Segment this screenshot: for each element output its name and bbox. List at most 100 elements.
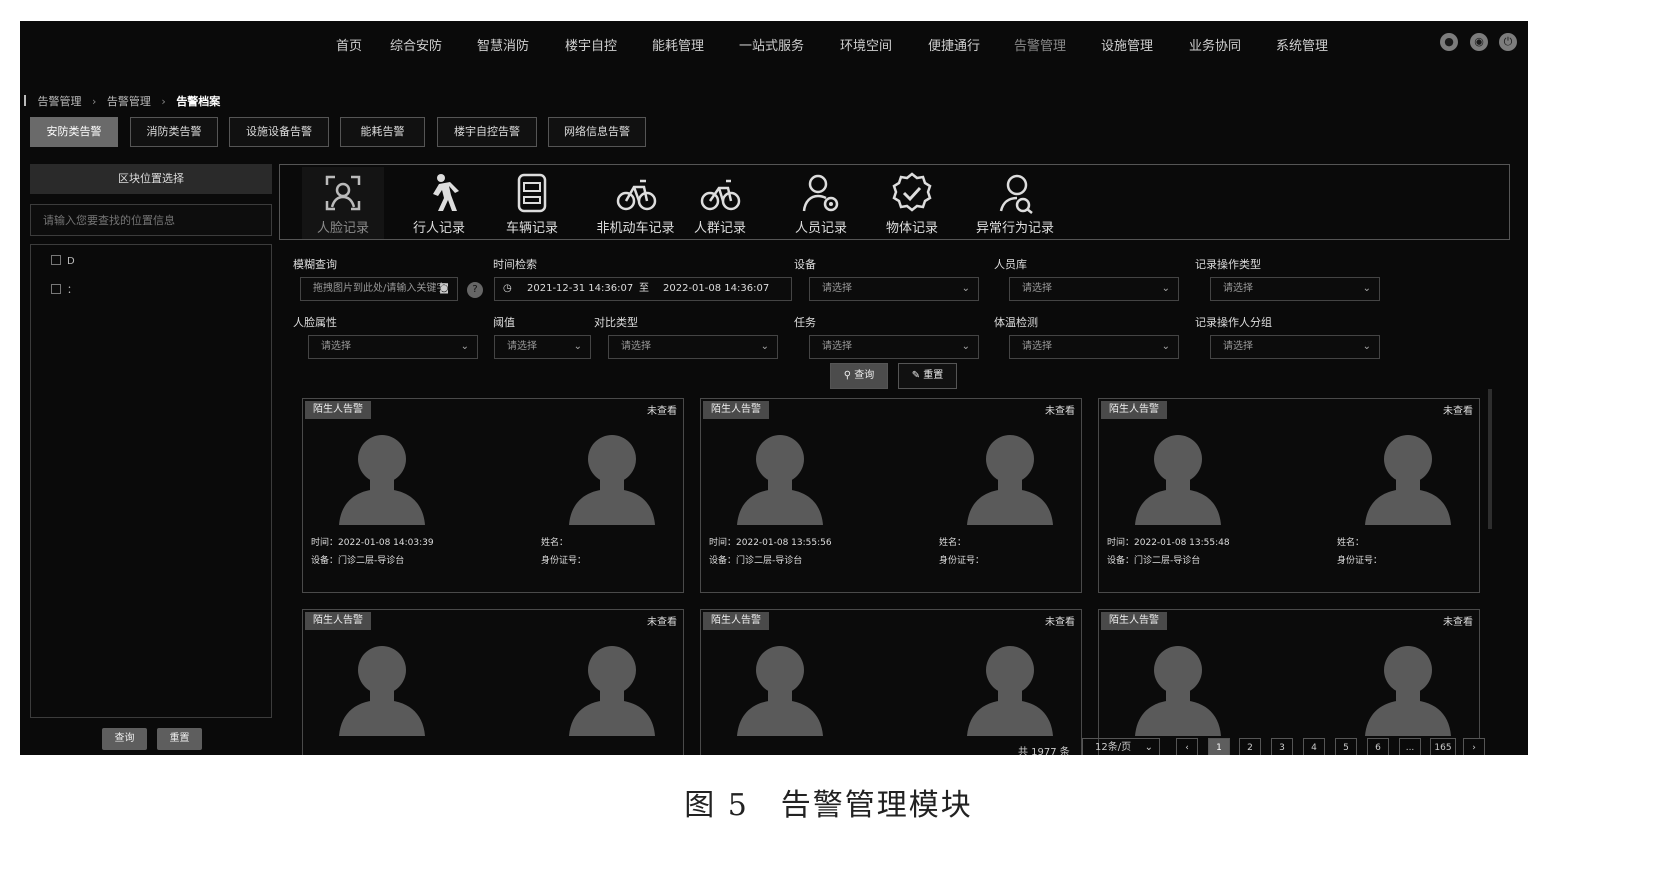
page-size-select[interactable]: 12条/页 ⌄ xyxy=(1082,738,1160,755)
category-tab[interactable]: 楼宇自控告警 xyxy=(437,117,537,147)
chevron-down-icon: ⌄ xyxy=(1161,283,1170,294)
record-tab[interactable]: 人员记录 xyxy=(778,167,864,239)
face-attr-label: 人脸属性 xyxy=(293,316,337,329)
record-tab-label: 非机动车记录 xyxy=(596,221,675,236)
category-tab[interactable]: 设施设备告警 xyxy=(229,117,329,147)
page-button[interactable]: 4 xyxy=(1303,738,1325,755)
checkbox[interactable] xyxy=(51,284,61,294)
person-name: 姓名： xyxy=(939,538,967,548)
alarm-type-tag: 陌生人告警 xyxy=(305,612,371,630)
alarm-card[interactable]: 陌生人告警 未查看 时间：2022-01-08 13:55:56 设备：门诊二层-导诊… xyxy=(700,398,1082,593)
view-status: 未查看 xyxy=(1443,617,1473,628)
alarm-card[interactable]: 陌生人告警 未查看 时间：2022-01-08 14:03:39 设备：门诊二层-导诊… xyxy=(302,398,684,593)
nav-item[interactable]: 便捷通行 xyxy=(928,35,980,54)
chevron-down-icon: ⌄ xyxy=(1362,283,1371,294)
alarm-type-tag: 陌生人告警 xyxy=(305,401,371,419)
op-group-select[interactable]: 请选择 ⌄ xyxy=(1210,335,1380,359)
threshold-label: 阈值 xyxy=(493,316,515,329)
alarm-card[interactable]: 陌生人告警 未查看 时间：2022-01-08 13:55:48 设备：门诊二层-导诊… xyxy=(1098,398,1480,593)
page-button[interactable]: ... xyxy=(1399,738,1421,755)
record-tab-label: 人脸记录 xyxy=(316,221,369,236)
task-select[interactable]: 请选择 ⌄ xyxy=(809,335,979,359)
alarm-card[interactable]: 陌生人告警 未查看 xyxy=(700,609,1082,755)
chevron-down-icon: ⌄ xyxy=(573,341,582,352)
op-group-label: 记录操作人分组 xyxy=(1195,316,1272,329)
device-select[interactable]: 请选择 ⌄ xyxy=(809,277,979,301)
nav-item[interactable]: 业务协同 xyxy=(1189,35,1241,54)
car-icon xyxy=(517,173,547,213)
category-tab[interactable]: 安防类告警 xyxy=(30,117,118,147)
help-icon[interactable]: ? xyxy=(467,282,483,298)
record-tab-label: 行人记录 xyxy=(412,221,465,236)
page-button[interactable]: 5 xyxy=(1335,738,1357,755)
object-check-icon xyxy=(892,172,932,212)
record-tab-label: 人员记录 xyxy=(794,221,847,236)
category-tab[interactable]: 网络信息告警 xyxy=(548,117,646,147)
left-query-button[interactable]: 查询 xyxy=(102,728,147,750)
record-tab-label: 物体记录 xyxy=(885,221,938,236)
alarm-card[interactable]: 陌生人告警 未查看 xyxy=(302,609,684,755)
breadcrumb-item[interactable]: 告警管理 xyxy=(107,95,151,108)
fuzzy-query-input[interactable]: 拖拽图片到此处/请输入关键字 ◙ xyxy=(300,277,458,301)
view-status: 未查看 xyxy=(1045,406,1075,417)
left-reset-button[interactable]: 重置 xyxy=(157,728,202,750)
person-id-number: 身份证号： xyxy=(939,556,985,566)
alarm-card[interactable]: 陌生人告警 未查看 xyxy=(1098,609,1480,755)
scrollbar[interactable] xyxy=(1488,389,1492,529)
page-button[interactable]: 1 xyxy=(1208,738,1230,755)
checkbox[interactable] xyxy=(51,255,61,265)
power-icon[interactable]: ⏻ xyxy=(1499,33,1517,51)
record-tab[interactable]: 人群记录 xyxy=(680,167,760,239)
threshold-select[interactable]: 请选择 ⌄ xyxy=(494,335,591,359)
nav-item[interactable]: 能耗管理 xyxy=(652,35,704,54)
location-search-input[interactable] xyxy=(30,204,272,236)
nav-item[interactable]: 设施管理 xyxy=(1101,35,1153,54)
globe-icon[interactable]: ◉ xyxy=(1470,33,1488,51)
prev-page-button[interactable]: ‹ xyxy=(1176,738,1198,755)
task-label: 任务 xyxy=(794,316,816,329)
filter-query-button[interactable]: ⚲ 查询 xyxy=(830,363,888,389)
next-page-button[interactable]: › xyxy=(1463,738,1485,755)
person-library-select[interactable]: 请选择 ⌄ xyxy=(1009,277,1179,301)
record-tab-label: 异常行为记录 xyxy=(975,221,1054,236)
record-tab[interactable]: 人脸记录 xyxy=(302,167,384,239)
nav-item[interactable]: 楼宇自控 xyxy=(565,35,617,54)
camera-icon[interactable]: ◙ xyxy=(439,278,449,300)
page-button[interactable]: 2 xyxy=(1239,738,1261,755)
compare-type-select[interactable]: 请选择 ⌄ xyxy=(608,335,778,359)
crowd-icon xyxy=(700,179,741,211)
nav-item[interactable]: 智慧消防 xyxy=(477,35,529,54)
record-tab[interactable]: 车辆记录 xyxy=(490,167,574,239)
page-button[interactable]: 6 xyxy=(1367,738,1389,755)
op-type-select[interactable]: 请选择 ⌄ xyxy=(1210,277,1380,301)
alarm-time: 时间：2022-01-08 13:55:56 xyxy=(709,538,832,548)
page-button[interactable]: 165 xyxy=(1430,738,1456,755)
time-range-picker[interactable]: ◷ 2021-12-31 14:36:07 至 2022-01-08 14:36… xyxy=(494,277,792,301)
category-tab[interactable]: 能耗告警 xyxy=(340,117,425,147)
nav-item[interactable]: 系统管理 xyxy=(1276,35,1328,54)
library-face-avatar xyxy=(1365,435,1451,525)
chevron-down-icon: ⌄ xyxy=(961,341,970,352)
nav-item[interactable]: 环境空间 xyxy=(840,35,892,54)
record-tab[interactable]: 异常行为记录 xyxy=(955,167,1075,239)
breadcrumb-item[interactable]: 告警管理 xyxy=(38,95,82,108)
user-icon[interactable]: ● xyxy=(1440,33,1458,51)
face-attr-select[interactable]: 请选择 ⌄ xyxy=(308,335,478,359)
nav-item[interactable]: 告警管理 xyxy=(1014,35,1066,54)
filter-reset-button[interactable]: ✎ 重置 xyxy=(898,363,957,389)
record-tab[interactable]: 行人记录 xyxy=(398,167,480,239)
nav-item[interactable]: 一站式服务 xyxy=(739,35,804,54)
temperature-select[interactable]: 请选择 ⌄ xyxy=(1009,335,1179,359)
left-panel: 区块位置选择 D ： xyxy=(30,164,272,718)
person-name: 姓名： xyxy=(1337,538,1365,548)
view-status: 未查看 xyxy=(647,406,677,417)
tree-item[interactable]: D xyxy=(51,255,75,267)
record-tab[interactable]: 物体记录 xyxy=(870,167,954,239)
nav-item[interactable]: 综合安防 xyxy=(390,35,442,54)
tree-item[interactable]: ： xyxy=(51,281,77,296)
chevron-down-icon: ⌄ xyxy=(1362,341,1371,352)
nav-item[interactable]: 首页 xyxy=(336,35,362,54)
page-button[interactable]: 3 xyxy=(1271,738,1293,755)
category-tab[interactable]: 消防类告警 xyxy=(130,117,218,147)
record-tab[interactable]: 非机动车记录 xyxy=(578,167,693,239)
